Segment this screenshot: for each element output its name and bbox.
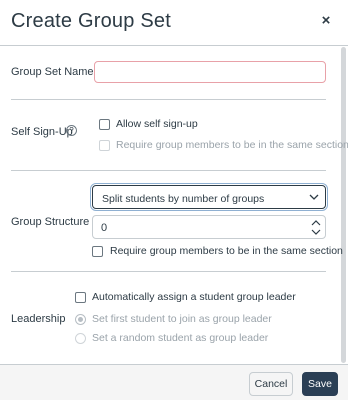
auto-assign-leader-checkbox[interactable] [75, 292, 86, 303]
leader-random-student-label: Set a random student as group leader [92, 332, 269, 344]
group-count-value: 0 [101, 222, 108, 234]
chevron-down-icon [309, 194, 319, 200]
allow-self-signup-checkbox[interactable] [99, 119, 110, 130]
cancel-button[interactable]: Cancel [249, 372, 293, 396]
leader-first-student-label: Set first student to join as group leade… [92, 313, 272, 325]
chevron-up-icon[interactable] [311, 219, 321, 226]
structure-require-section-label: Require group members to be in the same … [110, 245, 343, 257]
dialog-title: Create Group Set [11, 10, 171, 32]
save-button[interactable]: Save [302, 372, 338, 396]
group-structure-select[interactable]: Split students by number of groups [90, 183, 328, 211]
scrollbar[interactable] [341, 47, 346, 363]
close-icon[interactable]: × [316, 11, 336, 31]
structure-require-section-checkbox[interactable] [92, 246, 103, 257]
self-signup-require-section-label: Require group members to be in the same … [116, 139, 348, 151]
dialog-footer: Cancel Save [0, 364, 348, 400]
divider [11, 170, 326, 171]
group-structure-selected: Split students by number of groups [102, 193, 265, 205]
chevron-down-icon[interactable] [311, 229, 321, 236]
dialog-header: Create Group Set × [0, 0, 348, 46]
group-structure-label: Group Structure [11, 216, 90, 228]
leadership-label: Leadership [11, 313, 66, 325]
self-signup-label: Self Sign-Up [11, 126, 73, 138]
group-set-name-input[interactable] [94, 61, 326, 83]
leader-random-student-radio[interactable] [75, 333, 86, 344]
group-set-name-label: Group Set Name [11, 66, 94, 78]
group-count-input[interactable]: 0 [92, 215, 326, 239]
help-icon[interactable]: ? [66, 125, 77, 136]
allow-self-signup-label: Allow self sign-up [116, 118, 198, 130]
leader-first-student-radio[interactable] [75, 314, 86, 325]
divider [11, 99, 326, 100]
self-signup-require-section-checkbox[interactable] [99, 140, 110, 151]
auto-assign-leader-label: Automatically assign a student group lea… [92, 291, 296, 303]
divider [11, 271, 326, 272]
